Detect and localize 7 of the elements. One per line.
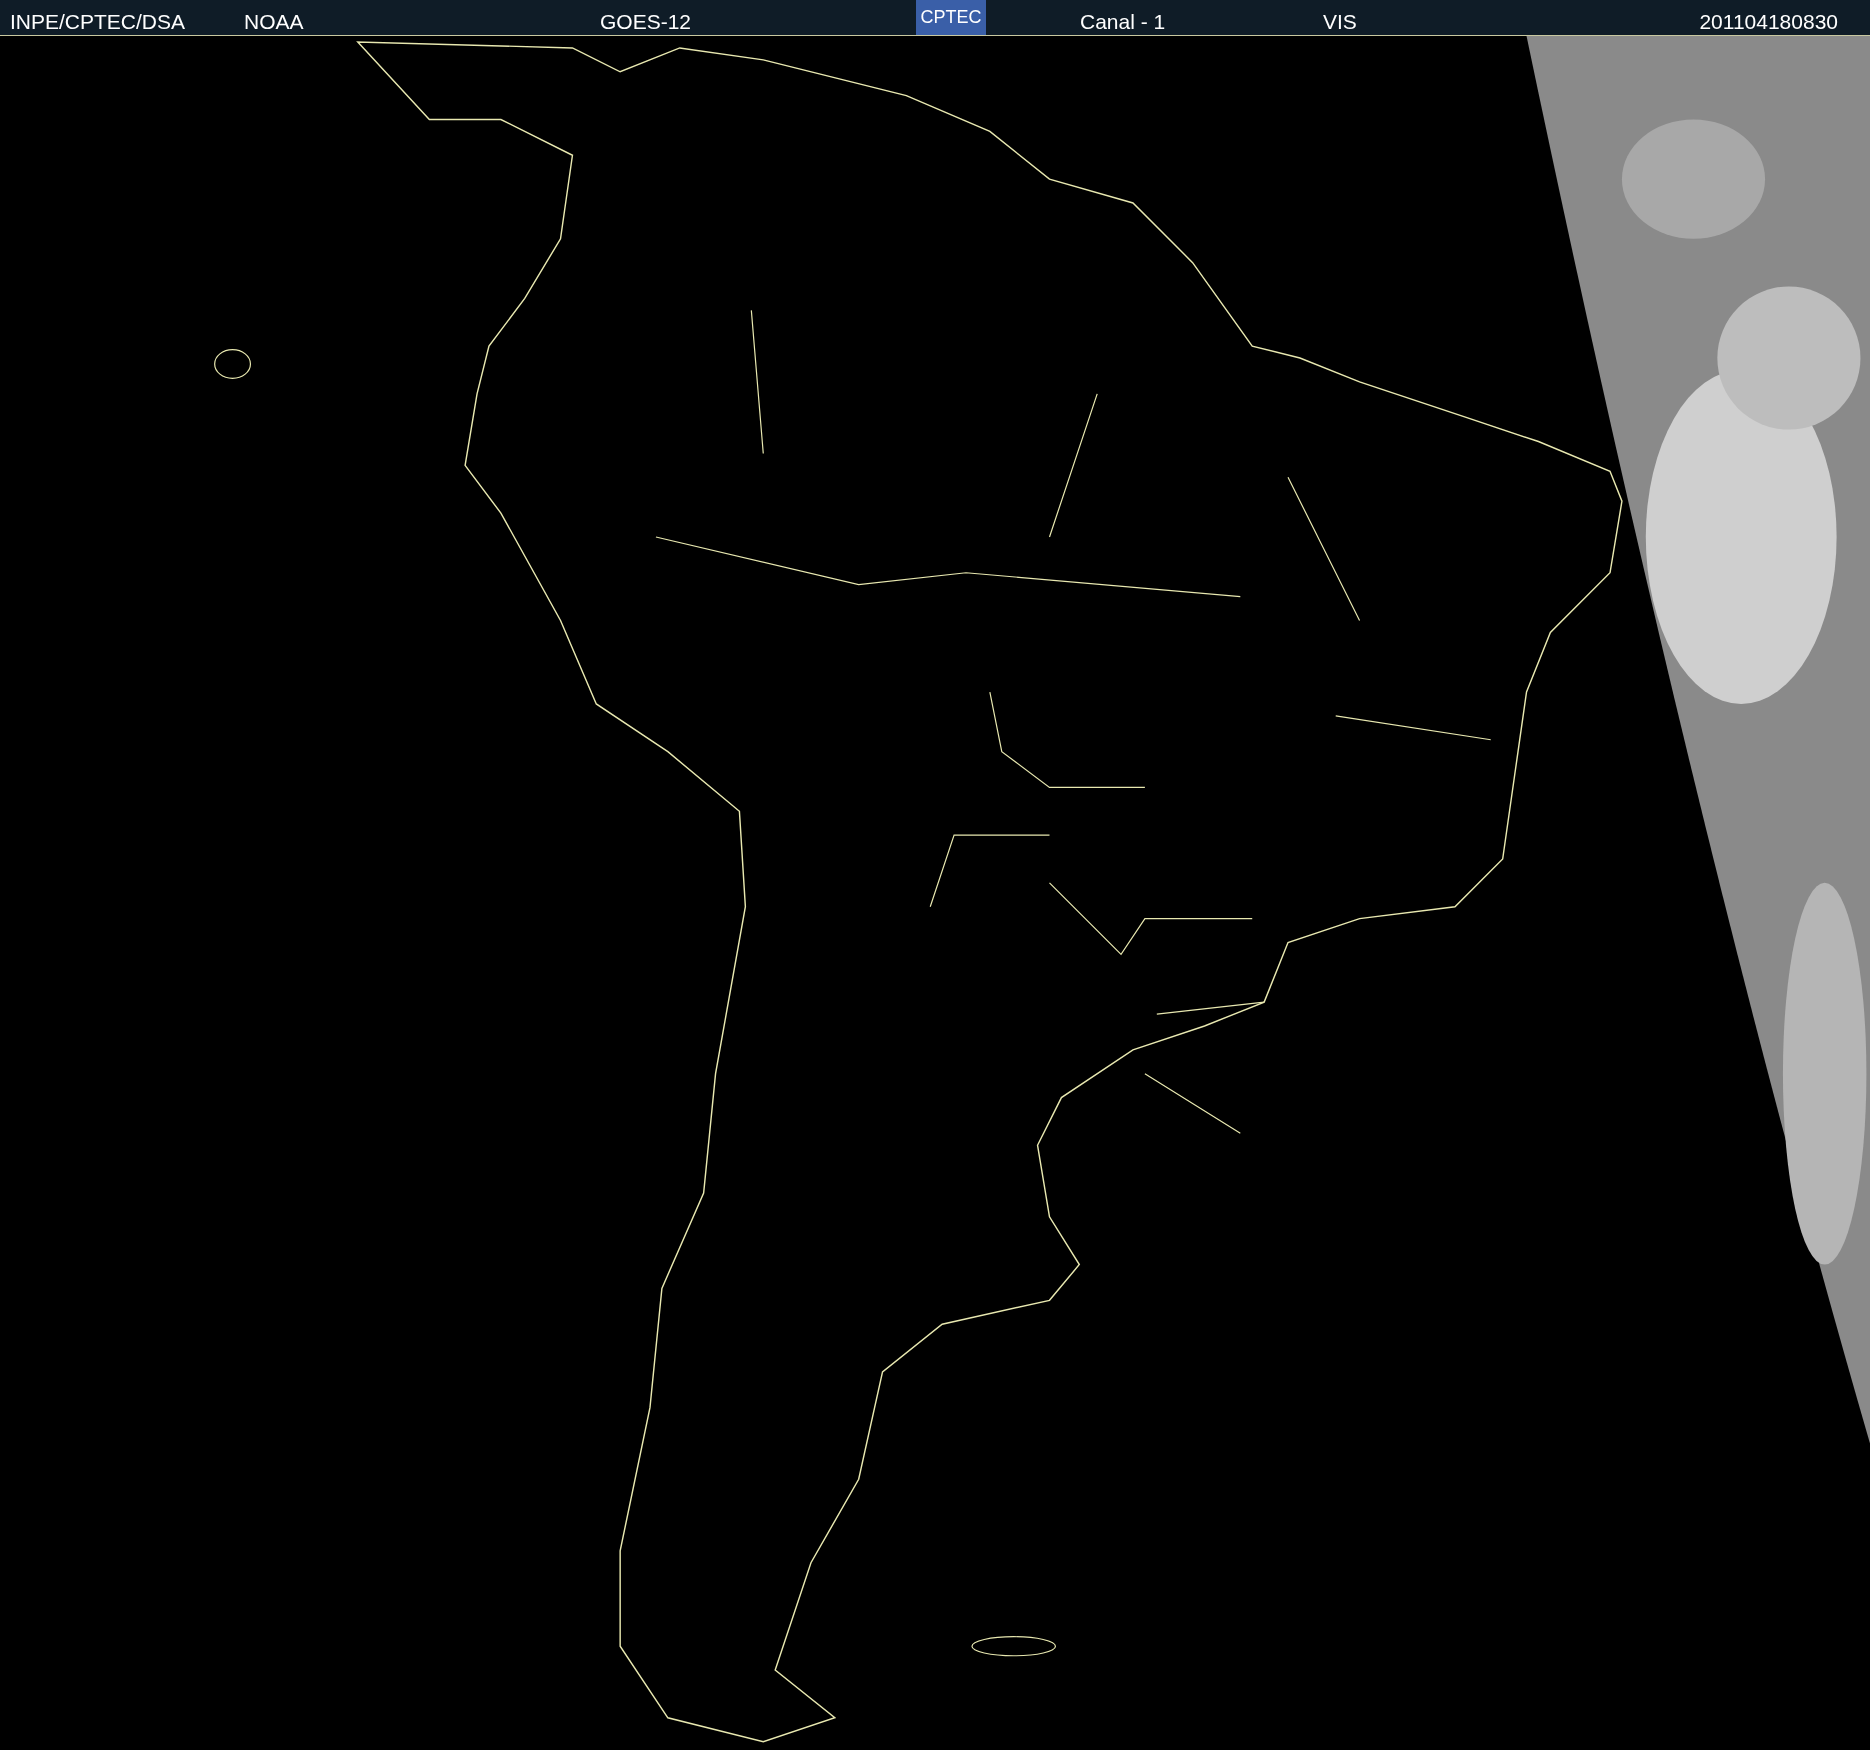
logo: CPTEC (916, 0, 986, 35)
header-label: GOES-12 (600, 9, 692, 35)
header-label: NOAA (244, 9, 304, 35)
header-label: INPE/CPTEC/DSA (10, 9, 186, 35)
header-label: VIS (1323, 9, 1357, 35)
timestamp: 201104180830 (1699, 9, 1838, 35)
header-label: Canal - 1 (1080, 9, 1166, 35)
